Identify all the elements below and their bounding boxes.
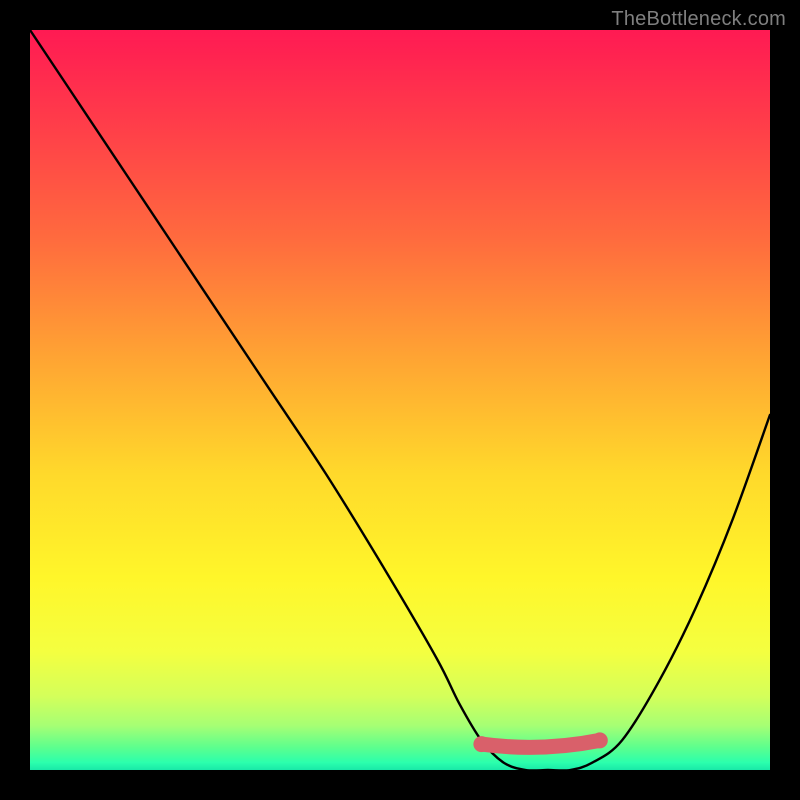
chart-frame: TheBottleneck.com (0, 0, 800, 800)
curve-layer (30, 30, 770, 770)
bottleneck-curve (30, 30, 770, 770)
plot-area (30, 30, 770, 770)
credit-text: TheBottleneck.com (611, 8, 786, 31)
flat-region-band (481, 740, 599, 747)
